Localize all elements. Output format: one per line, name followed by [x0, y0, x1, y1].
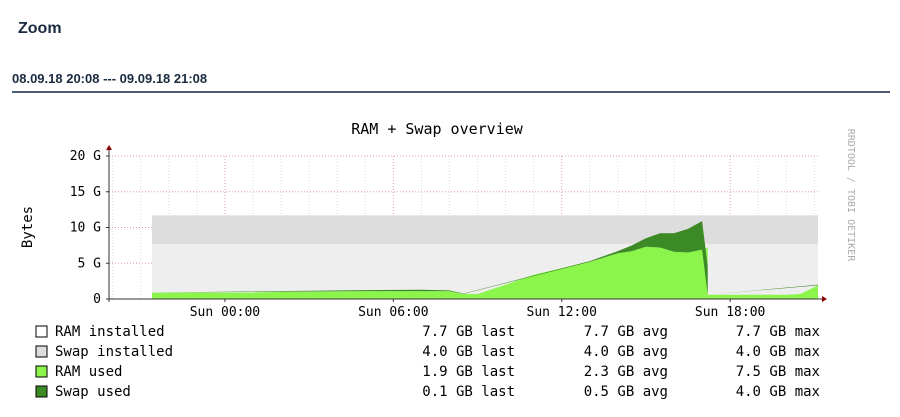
legend: RAM installed 7.7 GB last 7.7 GB avg 7.7 GB… — [35, 324, 820, 400]
legend-swatch — [35, 385, 48, 398]
legend-swatch — [35, 365, 48, 378]
x-tick-label: Sun 18:00 — [695, 305, 765, 320]
legend-name: RAM used — [55, 364, 122, 380]
legend-swatch — [35, 345, 48, 358]
legend-name: RAM installed — [55, 324, 165, 340]
y-axis-label: Bytes — [20, 206, 36, 248]
legend-avg: 2.3 GB avg — [584, 364, 668, 380]
zoom-title: Zoom — [18, 20, 62, 37]
legend-max: 4.0 GB max — [736, 384, 820, 400]
legend-last: 0.1 GB last — [422, 384, 515, 400]
y-tick-label: 15 G — [70, 185, 101, 200]
legend-avg: 0.5 GB avg — [584, 384, 668, 400]
chart-watermark: RRDTOOL / TOBI OETIKER — [845, 129, 856, 262]
x-tick-label: Sun 00:00 — [190, 305, 260, 320]
y-tick-label: 5 G — [78, 256, 102, 271]
time-range-bar: 08.09.18 20:08 --- 09.09.18 21:08 — [12, 71, 890, 93]
legend-max: 4.0 GB max — [736, 344, 820, 360]
y-tick-label: 10 G — [70, 221, 101, 236]
legend-max: 7.7 GB max — [736, 324, 820, 340]
area-series — [109, 215, 818, 299]
legend-last: 4.0 GB last — [422, 344, 515, 360]
ram-installed-area — [151, 243, 818, 299]
legend-avg: 7.7 GB avg — [584, 324, 668, 340]
y-tick-label: 20 G — [70, 149, 101, 164]
ram-swap-chart: RAM + Swap overview RRDTOOL / TOBI OETIK… — [20, 120, 856, 400]
chart-title: RAM + Swap overview — [351, 120, 524, 138]
time-range-text: 08.09.18 20:08 --- 09.09.18 21:08 — [12, 71, 208, 86]
legend-name: Swap used — [55, 384, 131, 400]
legend-max: 7.5 GB max — [736, 364, 820, 380]
y-tick-label: 0 — [93, 292, 101, 307]
legend-last: 1.9 GB last — [422, 364, 515, 380]
swap-installed-area — [151, 215, 818, 244]
legend-last: 7.7 GB last — [422, 324, 515, 340]
y-axis-arrow — [106, 145, 112, 150]
legend-avg: 4.0 GB avg — [584, 344, 668, 360]
x-tick-label: Sun 12:00 — [527, 305, 597, 320]
x-tick-label: Sun 06:00 — [358, 305, 428, 320]
x-axis-arrow — [822, 296, 827, 302]
legend-name: Swap installed — [55, 344, 173, 360]
legend-swatch — [35, 325, 48, 338]
